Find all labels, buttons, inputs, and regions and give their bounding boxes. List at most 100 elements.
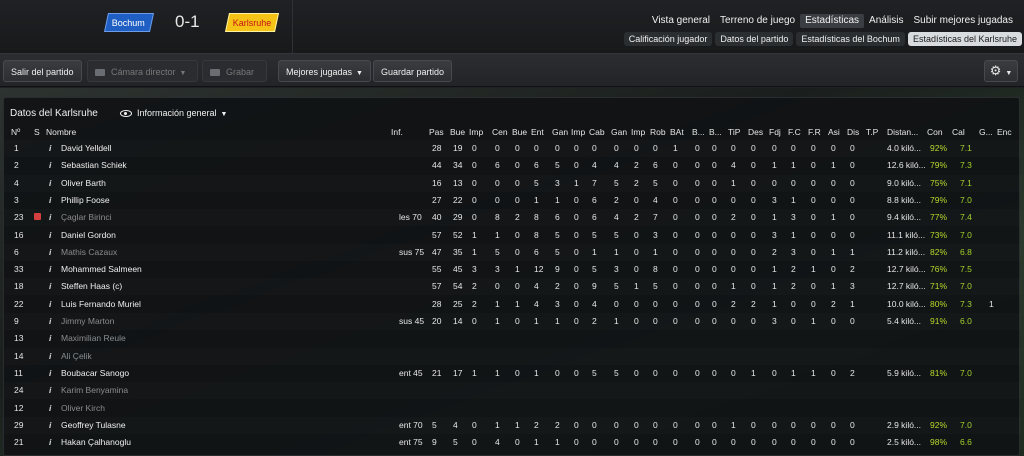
stat-cell: 1 — [731, 177, 736, 188]
column-header[interactable]: Rob — [650, 127, 666, 137]
stat-cell: 2 — [731, 212, 736, 223]
away-team-badge[interactable]: Karlsruhe — [224, 13, 280, 32]
column-header[interactable]: Imp — [469, 127, 483, 137]
nav-stats[interactable]: Estadísticas — [800, 14, 865, 28]
column-header[interactable]: BAt — [670, 127, 684, 137]
column-header[interactable]: B... — [709, 127, 722, 137]
stat-cell: 7 — [653, 212, 658, 223]
table-row[interactable]: 18 i Steffen Haas (c) 57 54 2 0 0 4 2 0 9 5 1 5 0 0 0 1 0 1 2… — [4, 278, 1021, 295]
stat-cell: 0 — [695, 160, 700, 171]
column-header[interactable]: Enc — [997, 127, 1012, 137]
column-header[interactable]: Cab — [589, 127, 605, 137]
table-row[interactable]: 3 i Phillip Foose 27 22 0 0 0 1 1 0 6 2 0 4 0 0 0 0 0 3 1 0 0 0 8… — [4, 192, 1021, 209]
column-header[interactable]: Imp — [571, 127, 585, 137]
column-header[interactable]: Fdj — [769, 127, 781, 137]
tab-home-stats[interactable]: Estadísticas del Bochum — [796, 32, 905, 46]
column-header[interactable]: Des — [748, 127, 763, 137]
column-header[interactable]: S — [34, 127, 40, 137]
stat-cell: 0 — [811, 212, 816, 223]
pass-completion-cell: 82% — [930, 246, 948, 257]
player-name: Daniel Gordon — [61, 229, 116, 240]
table-row[interactable]: 12 i Oliver Kirch — [4, 400, 1021, 417]
column-header[interactable]: Imp — [631, 127, 645, 137]
table-row[interactable]: 13 i Maximilian Reule — [4, 330, 1021, 347]
table-row[interactable]: 14 i Ali Çelik — [4, 348, 1021, 365]
table-row[interactable]: 23 i Çaglar Birinci les 70 40 29 0 8 2 8 6 0 6 4 2 7 0 0 0… — [4, 209, 1021, 226]
table-row[interactable]: 4 i Oliver Barth 16 13 0 0 0 5 3 1 7 5 2 5 0 0 0 1 0 0 0 0 0 0 9.… — [4, 175, 1021, 192]
column-header[interactable]: Inf. — [391, 127, 403, 137]
tab-away-stats[interactable]: Estadísticas del Karlsruhe — [907, 32, 1022, 46]
table-row[interactable]: 21 i Hakan Çalhanoglu ent 75 9 5 0 4 0 1 1 0 0 0 0 0 0 0 0… — [4, 434, 1021, 451]
stat-cell: 0 — [634, 316, 639, 326]
table-row[interactable]: 9 i Jimmy Marton sus 45 20 14 0 1 0 1 1 0 2 1 0 0 0 0 0 0 0 3… — [4, 313, 1021, 330]
column-header[interactable]: Gan — [611, 127, 627, 137]
stat-cell: 0 — [811, 437, 816, 448]
column-header[interactable]: Dis — [847, 127, 859, 137]
table-row[interactable]: 29 i Geoffrey Tulasne ent 70 5 4 0 1 1 2 2 0 0 0 0 0 0 0 0… — [4, 417, 1021, 434]
settings-button[interactable]: ⚙ ▼ — [984, 60, 1018, 82]
table-row[interactable]: 24 i Karim Benyamina — [4, 382, 1021, 399]
column-header[interactable]: Asi — [828, 127, 840, 137]
table-row[interactable]: 33 i Mohammed Salmeen 55 45 3 3 1 12 9 0 5 3 0 8 0 0 0 0 0 1… — [4, 261, 1021, 278]
column-header[interactable]: Distan... — [887, 127, 918, 137]
camera-button[interactable]: Cámara director ▼ — [87, 60, 198, 82]
stat-cell: 27 — [432, 194, 442, 205]
table-row[interactable]: 16 i Daniel Gordon 57 52 1 1 0 8 5 0 5 5 0 3 0 0 0 0 0 3 1 0 0 0… — [4, 227, 1021, 244]
stat-cell: 0 — [634, 143, 639, 153]
nav-analysis[interactable]: Análisis — [864, 14, 908, 28]
player-name: Boubacar Sanogo — [61, 367, 130, 378]
column-header[interactable]: Bue — [450, 127, 465, 137]
stat-cell: 19 — [453, 143, 463, 153]
stat-cell: 5 — [534, 177, 539, 188]
table-row[interactable]: 22 i Luis Fernando Muriel 28 25 2 1 1 4 3 0 4 0 0 0 0 0 0… — [4, 296, 1021, 313]
exit-match-button[interactable]: Salir del partido — [3, 60, 82, 82]
nav-pitch[interactable]: Terreno de juego — [715, 14, 800, 28]
column-header[interactable]: F.C — [788, 127, 801, 137]
stat-cell: 0 — [653, 437, 658, 448]
stat-cell: 0 — [472, 316, 477, 326]
table-row[interactable]: 2 i Sebastian Schiek 44 34 0 6 0 6 5 0 4 4 2 6 0 0 0 4 0 1 1 0… — [4, 157, 1021, 174]
rating-cell: 6.6 — [960, 437, 972, 448]
stat-cell: 0 — [791, 419, 796, 430]
table-row[interactable]: 6 i Mathis Cazaux sus 75 47 35 1 5 0 6 5 0 1 1 0 1 0 0 0 0 0… — [4, 244, 1021, 261]
column-header[interactable]: F.R — [808, 127, 821, 137]
rating-cell: 7.3 — [960, 298, 972, 309]
column-header[interactable]: Nº — [11, 127, 20, 137]
info-icon: i — [49, 350, 52, 361]
column-header[interactable]: Pas — [429, 127, 444, 137]
stat-cell: 8 — [653, 264, 658, 275]
column-header[interactable]: Nombre — [46, 127, 76, 137]
record-button[interactable]: Grabar — [202, 60, 267, 82]
stat-cell: 0 — [472, 437, 477, 448]
stat-cell: 5 — [653, 177, 658, 188]
column-header[interactable]: Cal — [952, 127, 965, 137]
toolbar: Salir del partido Cámara director ▼ Graba… — [0, 53, 1024, 87]
column-header[interactable]: G... — [979, 127, 993, 137]
home-team-badge[interactable]: Bochum — [103, 13, 155, 32]
tab-match-stats[interactable]: Datos del partido — [715, 32, 794, 46]
save-match-button[interactable]: Guardar partido — [373, 60, 453, 82]
highlights-button[interactable]: Mejores jugadas ▼ — [278, 60, 371, 82]
view-selector[interactable]: Información general ▼ — [120, 108, 227, 118]
table-row[interactable]: 11 i Boubacar Sanogo ent 45 21 17 1 1 0 1 0 0 5 5 0 0 0 0… — [4, 365, 1021, 382]
tab-player-ratings[interactable]: Calificación jugador — [623, 32, 713, 46]
stat-cell: 0 — [653, 316, 658, 326]
goals-cell: 1 — [989, 298, 994, 309]
column-header[interactable]: T.P — [866, 127, 878, 137]
column-header[interactable]: Cen — [492, 127, 508, 137]
column-header[interactable]: Ent — [531, 127, 544, 137]
stat-cell: 0 — [731, 143, 736, 153]
stat-cell: 5 — [614, 229, 619, 240]
nav-overview[interactable]: Vista general — [647, 14, 715, 28]
stat-cell: 0 — [472, 419, 477, 430]
player-info: les 70 — [399, 212, 422, 223]
column-header[interactable]: Con — [927, 127, 943, 137]
column-header[interactable]: B... — [692, 127, 705, 137]
stat-cell: 0 — [850, 316, 855, 326]
nav-upload-highlights[interactable]: Subir mejores jugadas — [909, 14, 1019, 28]
table-row[interactable]: 1 i David Yelldell 28 19 0 0 0 0 0 0 0 0 0 0 1 0 0 0 0 0 0 0 0 0… — [4, 140, 1021, 157]
column-header[interactable]: Bue — [512, 127, 527, 137]
pass-completion-cell: 92% — [930, 419, 948, 430]
column-header[interactable]: Gan — [552, 127, 568, 137]
column-header[interactable]: TiP — [728, 127, 740, 137]
